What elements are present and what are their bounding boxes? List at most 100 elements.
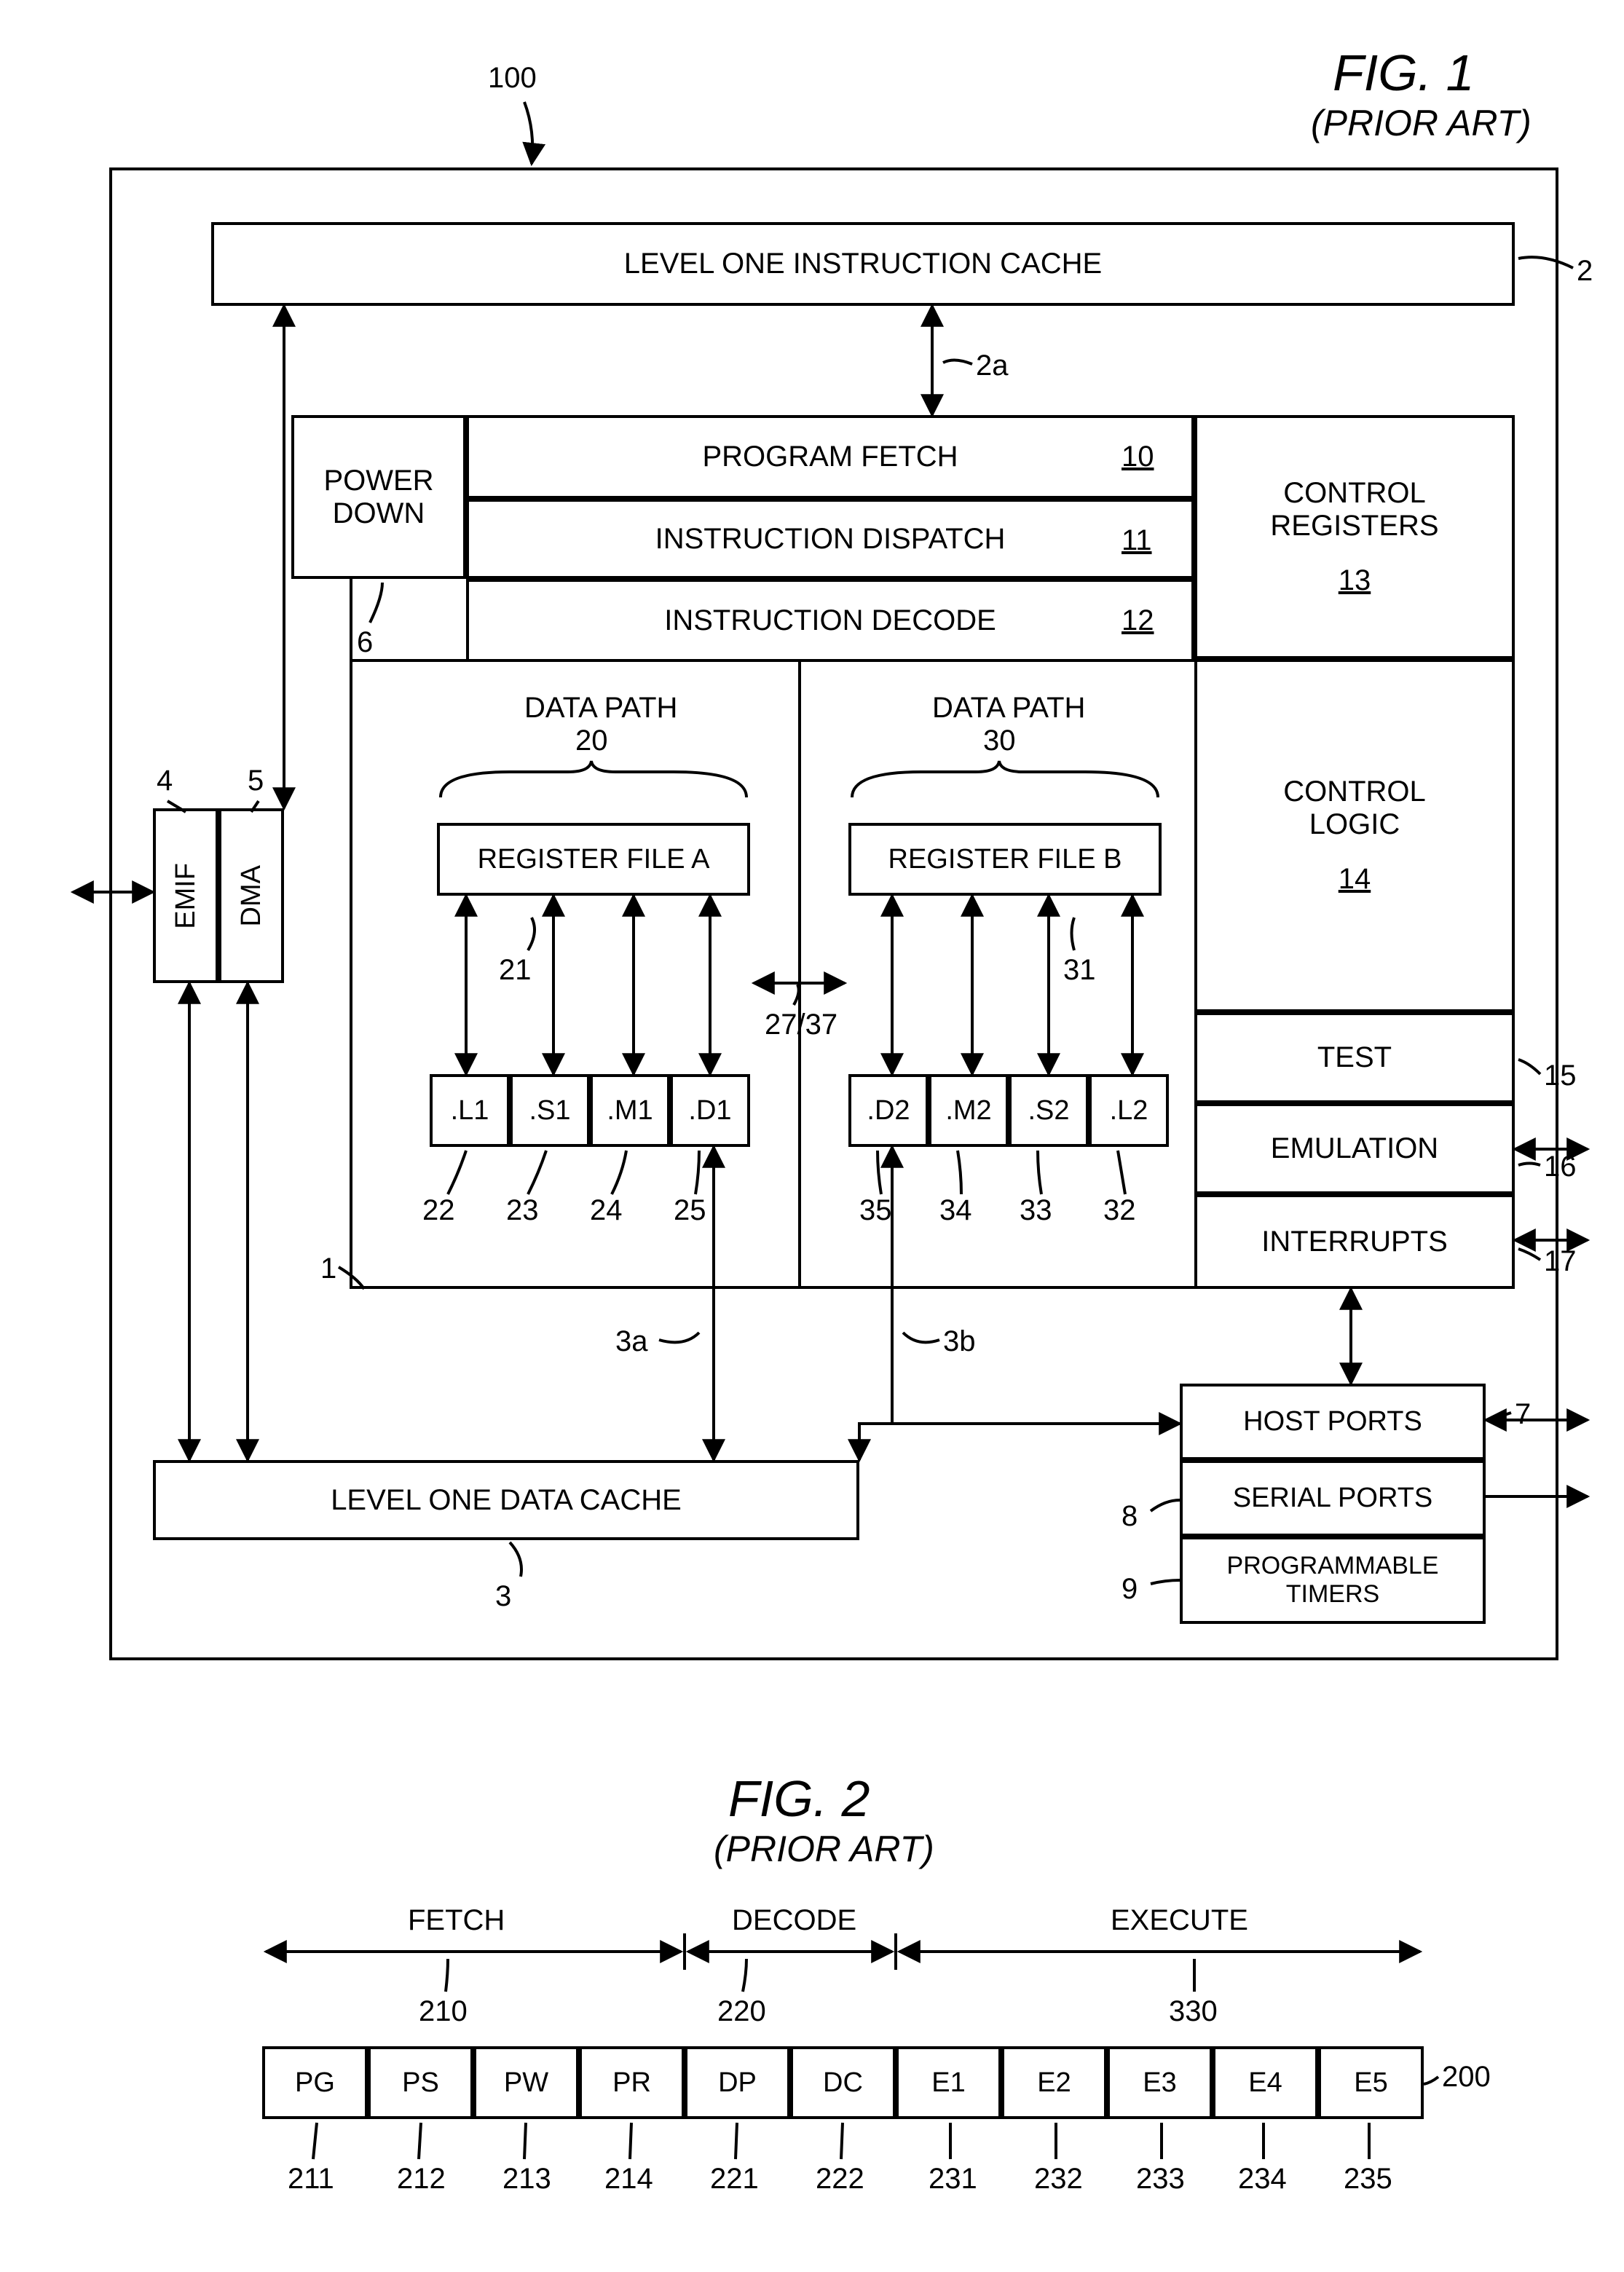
stage-E5-box: E5 (1318, 2046, 1424, 2119)
prog-timers-box: PROGRAMMABLE TIMERS (1180, 1537, 1486, 1624)
ref-2a: 2a (976, 350, 1009, 382)
program-fetch-box: PROGRAM FETCH (466, 415, 1194, 499)
ref-3: 3 (495, 1580, 511, 1613)
ref-6: 6 (357, 626, 373, 659)
ref-15: 15 (1544, 1060, 1577, 1092)
ref-3a: 3a (615, 1325, 648, 1358)
unit-S2-label: .S2 (1028, 1095, 1069, 1127)
ref-330: 330 (1169, 1995, 1218, 2028)
l1i-cache-box: LEVEL ONE INSTRUCTION CACHE (211, 222, 1515, 306)
stage-PS-label: PS (402, 2067, 439, 2099)
ref-23: 23 (506, 1194, 539, 1227)
ref-8: 8 (1122, 1500, 1138, 1533)
unit-D1-box: .D1 (670, 1074, 750, 1147)
stage-E1-label: E1 (931, 2067, 965, 2099)
unit-D1-label: .D1 (688, 1095, 731, 1127)
emif-label: EMIF (170, 863, 202, 929)
stage-DC-label: DC (823, 2067, 863, 2099)
fetch-label: FETCH (408, 1904, 505, 1937)
stage-E5-label: E5 (1354, 2067, 1387, 2099)
ref-234: 234 (1238, 2163, 1287, 2196)
data-path-20-label: DATA PATH (524, 692, 677, 725)
unit-S1-label: .S1 (529, 1095, 570, 1127)
ref-17: 17 (1544, 1245, 1577, 1278)
stage-E1-box: E1 (896, 2046, 1001, 2119)
power-down-label: POWER DOWN (323, 465, 433, 530)
ref-30: 30 (983, 725, 1016, 757)
interrupts-label: INTERRUPTS (1261, 1226, 1448, 1258)
unit-L2-label: .L2 (1110, 1095, 1148, 1127)
ref-233: 233 (1136, 2163, 1185, 2196)
prog-timers-label: PROGRAMMABLE TIMERS (1227, 1552, 1439, 1609)
l1i-cache-label: LEVEL ONE INSTRUCTION CACHE (624, 248, 1102, 280)
stage-PW-box: PW (473, 2046, 579, 2119)
stage-E3-box: E3 (1107, 2046, 1213, 2119)
ref-213: 213 (502, 2163, 551, 2196)
unit-S1-box: .S1 (510, 1074, 590, 1147)
control-logic-box: CONTROL LOGIC 14 (1194, 659, 1515, 1012)
fig2-subtitle: (PRIOR ART) (714, 1828, 934, 1870)
ref-24: 24 (590, 1194, 623, 1227)
unit-L2-box: .L2 (1089, 1074, 1169, 1147)
stage-PG-box: PG (262, 2046, 368, 2119)
ref-211: 211 (288, 2163, 334, 2196)
power-down-box: POWER DOWN (291, 415, 466, 579)
l1d-cache-label: LEVEL ONE DATA CACHE (331, 1484, 682, 1517)
stage-DP-label: DP (718, 2067, 757, 2099)
ref-2: 2 (1577, 255, 1593, 288)
unit-D2-box: .D2 (848, 1074, 929, 1147)
reg-file-b-box: REGISTER FILE B (848, 823, 1162, 896)
ref-214: 214 (604, 2163, 653, 2196)
ref-27-37: 27/37 (765, 1009, 837, 1041)
stage-E3-label: E3 (1143, 2067, 1176, 2099)
emif-box: EMIF (153, 808, 218, 983)
unit-M1-box: .M1 (590, 1074, 670, 1147)
ref-1: 1 (320, 1253, 336, 1285)
emulation-box: EMULATION (1194, 1103, 1515, 1194)
ref-5: 5 (248, 765, 264, 797)
ref-200: 200 (1442, 2061, 1491, 2094)
program-fetch-label: PROGRAM FETCH (702, 441, 958, 473)
ref-4: 4 (157, 765, 173, 797)
ref-10: 10 (1122, 441, 1154, 473)
ref-32: 32 (1103, 1194, 1136, 1227)
instruction-decode-label: INSTRUCTION DECODE (664, 604, 996, 637)
reg-file-a-box: REGISTER FILE A (437, 823, 750, 896)
ref-220: 220 (717, 1995, 766, 2028)
stage-PS-box: PS (368, 2046, 473, 2119)
unit-L1-label: .L1 (451, 1095, 489, 1127)
control-logic-label: CONTROL LOGIC (1283, 776, 1426, 841)
ref-3b: 3b (943, 1325, 976, 1358)
ref-9: 9 (1122, 1573, 1138, 1606)
fig1-title: FIG. 1 (1333, 44, 1474, 102)
ref-22: 22 (422, 1194, 455, 1227)
decode-label: DECODE (732, 1904, 856, 1937)
fig1-subtitle: (PRIOR ART) (1311, 102, 1532, 144)
ref-13: 13 (1339, 564, 1371, 597)
serial-ports-box: SERIAL PORTS (1180, 1460, 1486, 1537)
serial-ports-label: SERIAL PORTS (1233, 1483, 1433, 1514)
stage-DC-box: DC (790, 2046, 896, 2119)
fig2-title: FIG. 2 (728, 1770, 870, 1828)
unit-M1-label: .M1 (607, 1095, 653, 1127)
stage-PG-label: PG (295, 2067, 335, 2099)
dma-label: DMA (236, 865, 267, 926)
ref-210: 210 (419, 1995, 468, 2028)
control-registers-box: CONTROL REGISTERS 13 (1194, 415, 1515, 659)
stage-DP-box: DP (685, 2046, 790, 2119)
interrupts-box: INTERRUPTS (1194, 1194, 1515, 1289)
stage-E4-label: E4 (1248, 2067, 1282, 2099)
instruction-dispatch-label: INSTRUCTION DISPATCH (655, 523, 1006, 556)
stage-PR-label: PR (612, 2067, 651, 2099)
stage-E2-box: E2 (1001, 2046, 1107, 2119)
test-label: TEST (1317, 1041, 1392, 1074)
execute-label: EXECUTE (1111, 1904, 1248, 1937)
ref-33: 33 (1020, 1194, 1052, 1227)
dma-box: DMA (218, 808, 284, 983)
ref-34: 34 (939, 1194, 972, 1227)
ref-14: 14 (1339, 863, 1371, 896)
host-ports-label: HOST PORTS (1243, 1406, 1422, 1437)
ref-222: 222 (816, 2163, 864, 2196)
stage-E4-box: E4 (1213, 2046, 1318, 2119)
unit-M2-label: .M2 (945, 1095, 991, 1127)
